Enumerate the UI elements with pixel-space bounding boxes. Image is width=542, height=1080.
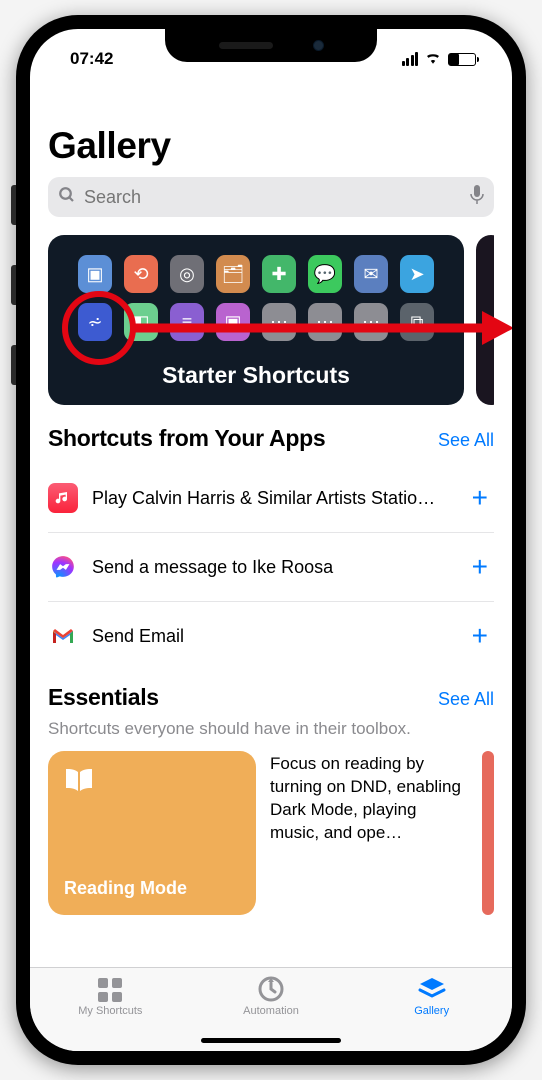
annotation-circle — [62, 291, 136, 365]
hero-app-icon: 💬 — [308, 255, 342, 293]
hero-app-icon: ✚ — [262, 255, 296, 293]
hero-app-icon: 🗂 — [216, 255, 250, 293]
gallery-icon — [418, 976, 446, 1002]
tab-gallery[interactable]: Gallery — [351, 968, 512, 1051]
wifi-icon — [424, 50, 442, 69]
book-icon — [64, 767, 240, 800]
status-indicators — [402, 50, 477, 69]
app-shortcut-row[interactable]: Play Calvin Harris & Similar Artists Sta… — [48, 464, 494, 533]
essentials-card-reading-mode[interactable]: Reading Mode — [48, 751, 256, 915]
hero-app-icon: ⟲ — [124, 255, 158, 293]
shortcuts-icon — [96, 976, 124, 1002]
apps-section-title: Shortcuts from Your Apps — [48, 425, 325, 452]
messenger-icon — [48, 552, 78, 582]
app-shortcut-label: Send Email — [92, 626, 452, 647]
essentials-see-all-link[interactable]: See All — [438, 689, 494, 710]
content-area: Gallery ▣⟲◎🗂✚💬✉➤⩫◧≡▣⋯⋯⋯⧉ Starter Shortcu… — [30, 77, 512, 967]
tab-my-shortcuts[interactable]: My Shortcuts — [30, 968, 191, 1051]
essentials-card-next[interactable] — [482, 751, 494, 915]
phone-frame: 07:42 Gallery — [16, 15, 526, 1065]
notch — [165, 29, 377, 62]
apple-music-icon — [48, 483, 78, 513]
add-shortcut-button[interactable]: + — [466, 551, 494, 583]
app-shortcut-row[interactable]: Send a message to Ike Roosa + — [48, 533, 494, 602]
add-shortcut-button[interactable]: + — [466, 482, 494, 514]
automation-icon — [257, 976, 285, 1002]
essentials-section: Essentials See All Shortcuts everyone sh… — [48, 684, 494, 915]
hero-card-title: Starter Shortcuts — [66, 362, 446, 389]
tab-label: My Shortcuts — [78, 1005, 142, 1017]
essentials-subtitle: Shortcuts everyone should have in their … — [48, 719, 494, 739]
search-icon — [58, 186, 76, 209]
hero-carousel[interactable]: ▣⟲◎🗂✚💬✉➤⩫◧≡▣⋯⋯⋯⧉ Starter Shortcuts — [48, 235, 494, 405]
tab-label: Gallery — [414, 1005, 449, 1017]
app-shortcut-label: Send a message to Ike Roosa — [92, 557, 452, 578]
add-shortcut-button[interactable]: + — [466, 620, 494, 652]
search-bar[interactable] — [48, 177, 494, 217]
cellular-signal-icon — [402, 52, 419, 66]
battery-icon — [448, 53, 476, 66]
search-input[interactable] — [84, 187, 462, 208]
app-shortcut-label: Play Calvin Harris & Similar Artists Sta… — [92, 488, 452, 509]
essentials-card-description: Focus on reading by turning on DND, enab… — [270, 751, 468, 915]
essentials-title: Essentials — [48, 684, 159, 711]
home-indicator[interactable] — [201, 1038, 341, 1043]
hero-app-icon: ▣ — [78, 255, 112, 293]
microphone-icon[interactable] — [470, 185, 484, 210]
page-title: Gallery — [48, 125, 494, 167]
status-time: 07:42 — [70, 49, 113, 69]
apps-see-all-link[interactable]: See All — [438, 430, 494, 451]
apps-section: Shortcuts from Your Apps See All Play Ca… — [48, 425, 494, 670]
hero-app-icon: ✉ — [354, 255, 388, 293]
essentials-card-title: Reading Mode — [64, 878, 240, 899]
annotation-arrow-icon — [134, 311, 512, 345]
gmail-icon — [48, 621, 78, 651]
app-shortcut-row[interactable]: Send Email + — [48, 602, 494, 670]
hero-app-icon: ➤ — [400, 255, 434, 293]
screen: 07:42 Gallery — [30, 29, 512, 1051]
tab-label: Automation — [243, 1005, 299, 1017]
hero-app-icon: ◎ — [170, 255, 204, 293]
